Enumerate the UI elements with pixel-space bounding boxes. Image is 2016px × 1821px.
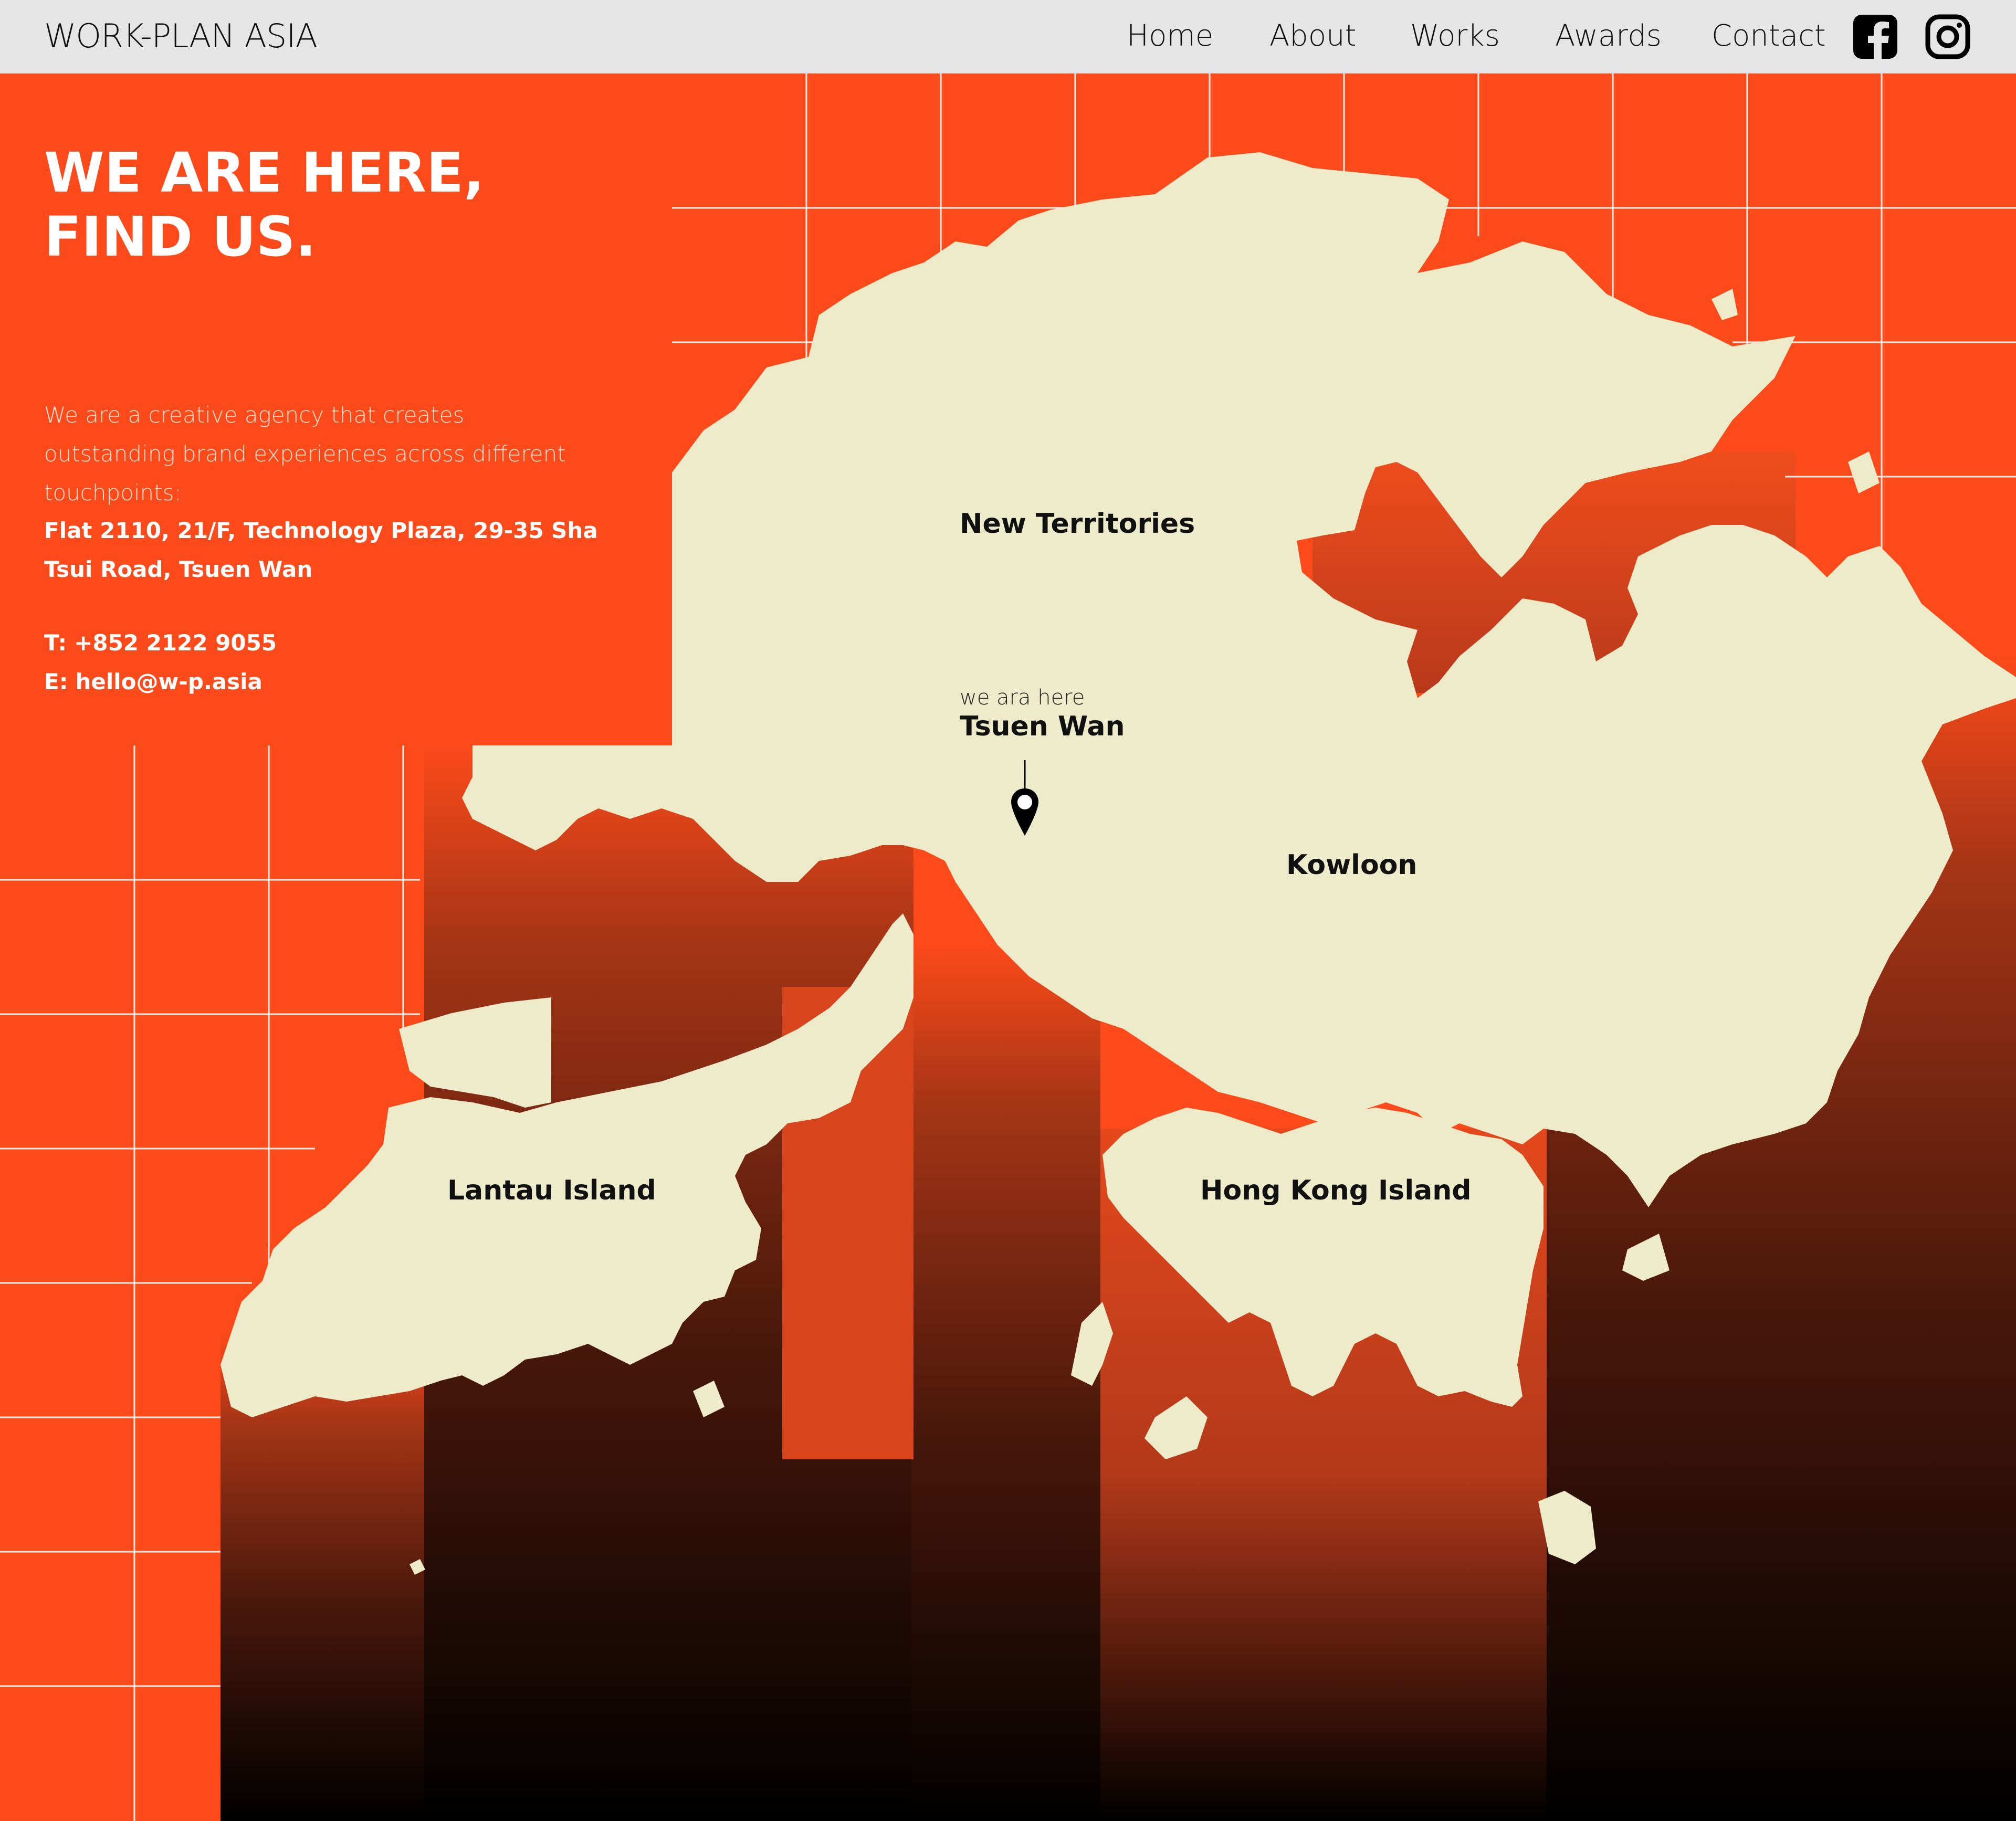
nav-awards[interactable]: Awards (1555, 19, 1662, 53)
region-label-hong-kong-island: Hong Kong Island (1200, 1175, 1472, 1206)
page-headline: WE ARE HERE, FIND US. (44, 141, 485, 269)
instagram-icon[interactable] (1925, 14, 1971, 60)
region-label-lantau-island: Lantau Island (447, 1175, 656, 1206)
brand-logo[interactable]: WORK-PLAN ASIA (44, 17, 318, 55)
contact-panel: WE ARE HERE, FIND US. We are a creative … (0, 73, 672, 745)
email-line: E: hello@w-p.asia (44, 669, 262, 694)
region-label-new-territories: New Territories (960, 508, 1195, 540)
nav-about[interactable]: About (1269, 19, 1357, 53)
land-lantau (399, 997, 551, 1108)
phone-number[interactable]: +852 2122 9055 (74, 630, 277, 656)
nav-home[interactable]: Home (1127, 19, 1213, 53)
agency-intro: We are a creative agency that creates ou… (44, 402, 566, 506)
email-link[interactable]: hello@w-p.asia (76, 669, 262, 694)
phone-label: T: (44, 630, 67, 656)
location-pin-icon[interactable] (1010, 759, 1040, 837)
marker-caption: we ara here (960, 686, 1085, 710)
nav-works[interactable]: Works (1410, 19, 1500, 53)
marker-place-label: Tsuen Wan (960, 711, 1125, 742)
phone-line: T: +852 2122 9055 (44, 630, 277, 656)
facebook-icon[interactable] (1852, 14, 1898, 60)
nav-contact[interactable]: Contact (1712, 19, 1826, 53)
top-navigation-bar: WORK-PLAN ASIA Home About Works Awards C… (0, 0, 2016, 73)
email-label: E: (44, 669, 68, 694)
region-label-kowloon: Kowloon (1286, 849, 1418, 881)
office-address: Flat 2110, 21/F, Technology Plaza, 29-35… (44, 518, 598, 582)
